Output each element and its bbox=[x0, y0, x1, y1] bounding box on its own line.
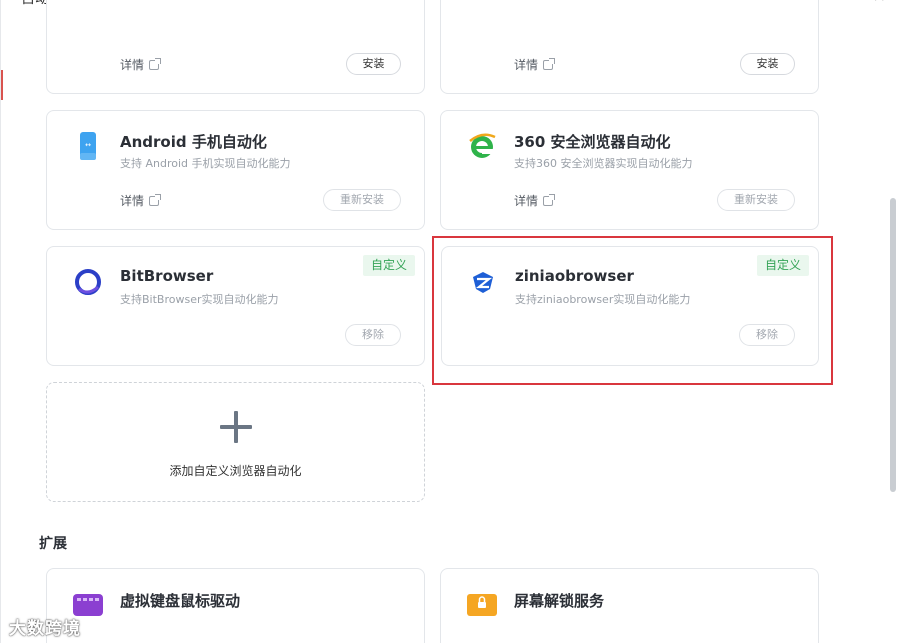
custom-badge: 自定义 bbox=[362, 255, 415, 276]
card-description: 支持 Android 手机实现自动化能力 bbox=[120, 157, 291, 170]
plugin-dialog: 自动化插件 × 详情 安装 详情 安装 ↔ Android 手机自动化 支持 A… bbox=[0, 0, 900, 643]
left-edge-marker bbox=[1, 70, 3, 100]
plugin-card-top-right: 详情 安装 bbox=[440, 0, 819, 94]
plugin-card-360-browser: 360 安全浏览器自动化 支持360 安全浏览器实现自动化能力 详情 重新安装 bbox=[440, 110, 819, 230]
card-description: 支持BitBrowser实现自动化能力 bbox=[120, 293, 279, 306]
plus-icon bbox=[219, 411, 252, 443]
android-phone-icon: ↔ bbox=[73, 131, 103, 161]
external-link-icon bbox=[543, 194, 556, 206]
add-custom-label: 添加自定义浏览器自动化 bbox=[169, 464, 302, 478]
vertical-scrollbar[interactable] bbox=[890, 198, 896, 492]
section-title-extensions: 扩展 bbox=[39, 536, 67, 552]
reinstall-button[interactable]: 重新安装 bbox=[717, 189, 795, 211]
card-description: 支持360 安全浏览器实现自动化能力 bbox=[514, 157, 693, 170]
watermark: 大数跨境 bbox=[9, 619, 81, 639]
card-title: 屏幕解锁服务 bbox=[514, 592, 605, 610]
card-title: Android 手机自动化 bbox=[120, 133, 267, 151]
svg-text:↔: ↔ bbox=[85, 141, 91, 149]
add-custom-browser-button[interactable]: 添加自定义浏览器自动化 bbox=[46, 382, 425, 502]
external-link-icon bbox=[149, 58, 162, 70]
external-link-icon bbox=[543, 58, 556, 70]
lock-icon bbox=[467, 589, 497, 619]
reinstall-button[interactable]: 重新安装 bbox=[323, 189, 401, 211]
plugin-card-top-left: 详情 安装 bbox=[46, 0, 425, 94]
card-title: 虚拟键盘鼠标驱动 bbox=[120, 592, 241, 610]
card-title: BitBrowser bbox=[120, 267, 214, 285]
remove-button[interactable]: 移除 bbox=[345, 324, 401, 346]
bitbrowser-icon bbox=[73, 267, 103, 297]
external-link-icon bbox=[149, 194, 162, 206]
detail-link[interactable]: 详情 bbox=[120, 192, 162, 209]
browser-360-icon bbox=[467, 131, 497, 161]
install-button[interactable]: 安装 bbox=[740, 53, 795, 75]
card-title: 360 安全浏览器自动化 bbox=[514, 133, 671, 151]
install-button[interactable]: 安装 bbox=[346, 53, 401, 75]
highlight-box bbox=[432, 236, 833, 385]
plugin-card-android: ↔ Android 手机自动化 支持 Android 手机实现自动化能力 详情 … bbox=[46, 110, 425, 230]
detail-link[interactable]: 详情 bbox=[514, 192, 556, 209]
extension-card-virtual-keyboard: 虚拟键盘鼠标驱动 bbox=[46, 568, 425, 643]
detail-link[interactable]: 详情 bbox=[514, 56, 556, 73]
extension-card-screen-unlock: 屏幕解锁服务 bbox=[440, 568, 819, 643]
detail-link[interactable]: 详情 bbox=[120, 56, 162, 73]
plugin-card-bitbrowser: 自定义 BitBrowser 支持BitBrowser实现自动化能力 移除 bbox=[46, 246, 425, 366]
close-icon[interactable]: × bbox=[873, 0, 886, 5]
